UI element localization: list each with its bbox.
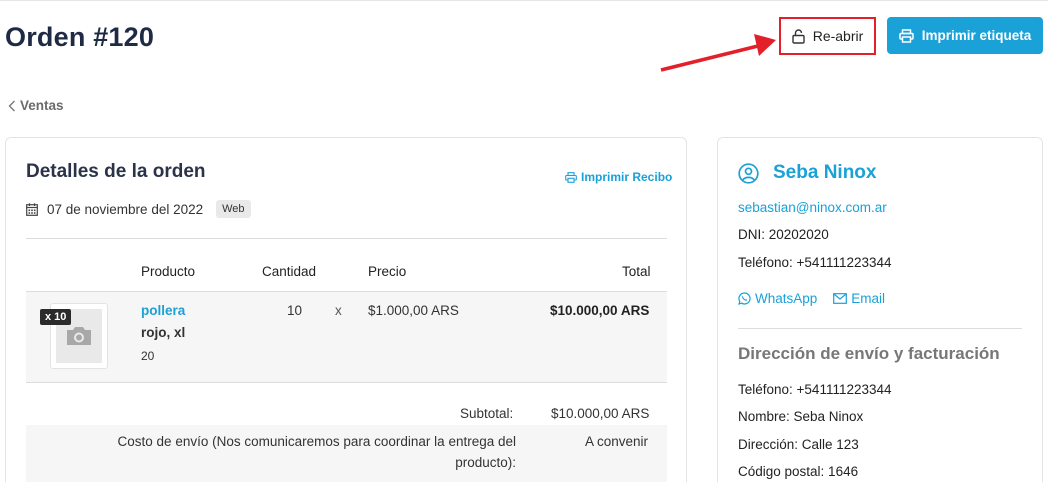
subtotal-label: Subtotal: (460, 406, 514, 421)
page-title: Orden #120 (5, 22, 155, 52)
reopen-button[interactable]: Re-abrir (779, 17, 876, 55)
shipping-label-line2: producto): (455, 455, 516, 470)
item-quantity: 10 (287, 303, 303, 318)
subtotal-value: $10.000,00 ARS (551, 406, 650, 421)
print-receipt-link[interactable]: Imprimir Recibo (565, 170, 672, 184)
customer-phone: Teléfono: +541111223344 (738, 255, 892, 270)
camera-icon (67, 327, 91, 345)
contact-links: WhatsApp Email (738, 291, 885, 306)
print-label-button[interactable]: Imprimir etiqueta (887, 17, 1043, 54)
column-header-total: Total (622, 264, 651, 279)
annotation-arrow (660, 34, 776, 72)
whatsapp-label: WhatsApp (755, 291, 818, 306)
order-date-row: 07 de noviembre del 2022 Web (26, 200, 251, 218)
lock-icon (792, 28, 805, 44)
address-heading: Dirección de envío y facturación (738, 344, 1000, 363)
address-name: Nombre: Seba Ninox (738, 409, 864, 424)
product-sku: 20 (141, 349, 155, 363)
order-details-heading: Detalles de la orden (26, 161, 206, 182)
customer-card: Seba Ninox sebastian@ninox.com.ar DNI: 2… (717, 137, 1043, 482)
table-row: x 10 pollera rojo, xl 20 10 x $1.000,00 … (26, 291, 667, 383)
address-zip: Código postal: 1646 (738, 464, 859, 479)
column-header-price: Precio (368, 264, 407, 279)
customer-email-link[interactable]: sebastian@ninox.com.ar (738, 200, 887, 215)
printer-icon (565, 171, 577, 183)
order-date: 07 de noviembre del 2022 (47, 201, 204, 217)
times-sign: x (335, 303, 342, 318)
whatsapp-icon (738, 292, 751, 305)
customer-dni: DNI: 20202020 (738, 227, 829, 242)
column-header-quantity: Cantidad (262, 264, 317, 279)
shipping-value: A convenir (585, 434, 649, 449)
chevron-left-icon (8, 100, 15, 111)
quantity-badge: x 10 (40, 309, 72, 325)
reopen-label: Re-abrir (812, 28, 864, 44)
divider (26, 238, 667, 239)
whatsapp-link[interactable]: WhatsApp (738, 291, 817, 306)
breadcrumb-label: Ventas (20, 98, 64, 113)
shipping-row: Costo de envío (Nos comunicaremos para c… (26, 425, 667, 482)
user-icon (738, 162, 759, 184)
breadcrumb[interactable]: Ventas (8, 98, 64, 113)
top-divider (0, 0, 1048, 1)
print-receipt-label: Imprimir Recibo (581, 170, 673, 184)
address-street: Dirección: Calle 123 (738, 437, 859, 452)
item-total: $10.000,00 ARS (550, 303, 650, 318)
column-header-product: Producto (141, 264, 196, 279)
email-link[interactable]: Email (833, 291, 885, 306)
customer-name-row: Seba Ninox (738, 162, 876, 184)
printer-icon (898, 28, 914, 43)
print-label-text: Imprimir etiqueta (921, 28, 1032, 43)
item-price: $1.000,00 ARS (368, 303, 459, 318)
address-phone: Teléfono: +541111223344 (738, 382, 892, 397)
envelope-icon (833, 293, 848, 304)
email-label: Email (851, 291, 886, 306)
customer-name[interactable]: Seba Ninox (773, 162, 876, 184)
divider (738, 328, 1022, 329)
calendar-icon (26, 202, 38, 216)
channel-badge: Web (216, 200, 251, 218)
product-variant: rojo, xl (141, 325, 186, 340)
shipping-label-line1: Costo de envío (Nos comunicaremos para c… (117, 434, 516, 449)
order-details-card: Detalles de la orden Imprimir Recibo 07 … (5, 137, 687, 482)
product-name-link[interactable]: pollera (141, 303, 185, 318)
